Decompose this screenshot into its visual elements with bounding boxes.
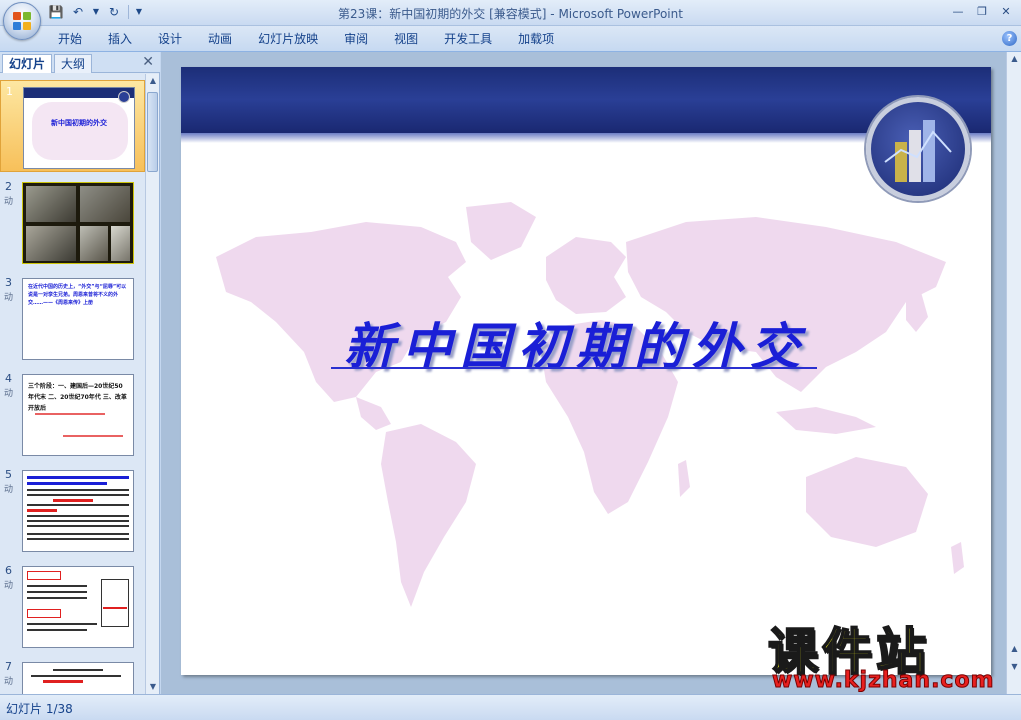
- slide-thumb-3[interactable]: 3 动 在近代中国的历史上，“外交”与“屈辱”可以说是一对孪生兄弟。周恩来曾将不…: [0, 272, 145, 364]
- slide-scrollbar[interactable]: ▲ ▲ ▼: [1006, 52, 1021, 694]
- slide-number: 2: [5, 180, 12, 193]
- tab-outline[interactable]: 大纲: [54, 54, 93, 73]
- slide-preview-text: 在近代中国的历史上，“外交”与“屈辱”可以说是一对孪生兄弟。周恩来曾将不义的外交…: [28, 284, 127, 306]
- ribbon-tabs: 开始 插入 设计 动画 幻灯片放映 审阅 视图 开发工具 加载项 ?: [0, 26, 1021, 52]
- help-icon[interactable]: ?: [1002, 31, 1017, 46]
- watermark-logo: 课件站 www.kjzhan.com: [760, 612, 1010, 696]
- slide-thumb-5[interactable]: 5 动: [0, 464, 145, 556]
- slide-editing-area: 新中国初期的外交: [161, 52, 1006, 694]
- slide-preview: [22, 566, 134, 648]
- animation-icon: 动: [4, 485, 14, 495]
- slide-preview: [22, 470, 134, 552]
- tab-addins[interactable]: 加载项: [518, 30, 568, 48]
- slide-thumbnails: 1 新中国初期的外交 2 动 3 动 在近代中国的历史上，“外交”与“屈辱”可以…: [0, 74, 145, 694]
- scroll-down-icon[interactable]: ▼: [146, 680, 160, 694]
- slides-panel: 幻灯片 大纲 ✕ 1 新中国初期的外交 2 动 3 动 在近代中国的历史上，“外…: [0, 52, 160, 694]
- current-slide[interactable]: 新中国初期的外交: [181, 67, 991, 675]
- scroll-thumb[interactable]: [147, 92, 158, 172]
- close-icon[interactable]: ✕: [142, 54, 154, 70]
- slide-thumb-6[interactable]: 6 动: [0, 560, 145, 652]
- window-controls: — ❐ ✕: [947, 2, 1017, 20]
- tab-design[interactable]: 设计: [158, 30, 196, 48]
- slide-number: 1: [6, 85, 13, 98]
- animation-icon: 动: [4, 197, 14, 207]
- office-button[interactable]: [3, 2, 41, 40]
- slide-thumb-4[interactable]: 4 动 三个阶段：一、建国后—20世纪50年代末 二、20世纪70年代 三、改革…: [0, 368, 145, 460]
- scroll-up-icon[interactable]: ▲: [1007, 52, 1021, 66]
- animation-icon: 动: [4, 389, 14, 399]
- slide-indicator: 幻灯片 1/38: [6, 702, 73, 716]
- slide-number: 6: [5, 564, 12, 577]
- tab-animations[interactable]: 动画: [208, 30, 246, 48]
- animation-icon: 动: [4, 293, 14, 303]
- slide-number: 4: [5, 372, 12, 385]
- slide-number: 5: [5, 468, 12, 481]
- panel-tabs: 幻灯片 大纲 ✕: [0, 52, 160, 73]
- close-window-icon[interactable]: ✕: [995, 2, 1017, 20]
- restore-icon[interactable]: ❐: [971, 2, 993, 20]
- slide-thumb-7[interactable]: 7 动: [0, 656, 145, 694]
- tab-slides[interactable]: 幻灯片: [2, 54, 53, 73]
- status-bar: 幻灯片 1/38: [0, 694, 1021, 720]
- tab-insert[interactable]: 插入: [108, 30, 146, 48]
- tab-slideshow[interactable]: 幻灯片放映: [258, 30, 332, 48]
- slide-preview: 三个阶段：一、建国后—20世纪50年代末 二、20世纪70年代 三、改革开放后: [22, 374, 134, 456]
- bar-chart-logo-icon: [866, 97, 970, 201]
- watermark-url: www.kjzhan.com: [772, 668, 995, 694]
- slide-preview-photos: [22, 182, 134, 264]
- tab-view[interactable]: 视图: [394, 30, 432, 48]
- slide-preview-title: 新中国初期的外交: [51, 119, 107, 127]
- tab-home[interactable]: 开始: [58, 30, 96, 48]
- title-underline: [331, 367, 817, 369]
- slide-preview-text: 三个阶段：一、建国后—20世纪50年代末 二、20世纪70年代 三、改革开放后: [28, 383, 127, 412]
- minimize-icon[interactable]: —: [947, 2, 969, 20]
- slide-preview: [22, 662, 134, 694]
- office-logo-icon: [13, 12, 31, 30]
- slide-thumb-2[interactable]: 2 动: [0, 176, 145, 268]
- animation-icon: 动: [4, 581, 14, 591]
- title-bar: 💾 ↶ ▼ ↻ ▼ 第23课：新中国初期的外交 [兼容模式] - Microso…: [0, 0, 1021, 26]
- slide-preview: 在近代中国的历史上，“外交”与“屈辱”可以说是一对孪生兄弟。周恩来曾将不义的外交…: [22, 278, 134, 360]
- scroll-up-icon[interactable]: ▲: [146, 74, 160, 88]
- world-map-background: [216, 202, 964, 607]
- tab-developer[interactable]: 开发工具: [444, 30, 506, 48]
- thumbnail-scrollbar[interactable]: ▲ ▼: [145, 74, 159, 694]
- slide-number: 3: [5, 276, 12, 289]
- slide-thumb-1[interactable]: 1 新中国初期的外交: [0, 80, 145, 172]
- animation-icon: 动: [4, 677, 14, 687]
- slide-preview: 新中国初期的外交: [23, 87, 135, 169]
- window-title: 第23课：新中国初期的外交 [兼容模式] - Microsoft PowerPo…: [338, 7, 683, 21]
- tab-review[interactable]: 审阅: [344, 30, 382, 48]
- slide-number: 7: [5, 660, 12, 673]
- chart-graphic-icon: [884, 120, 952, 182]
